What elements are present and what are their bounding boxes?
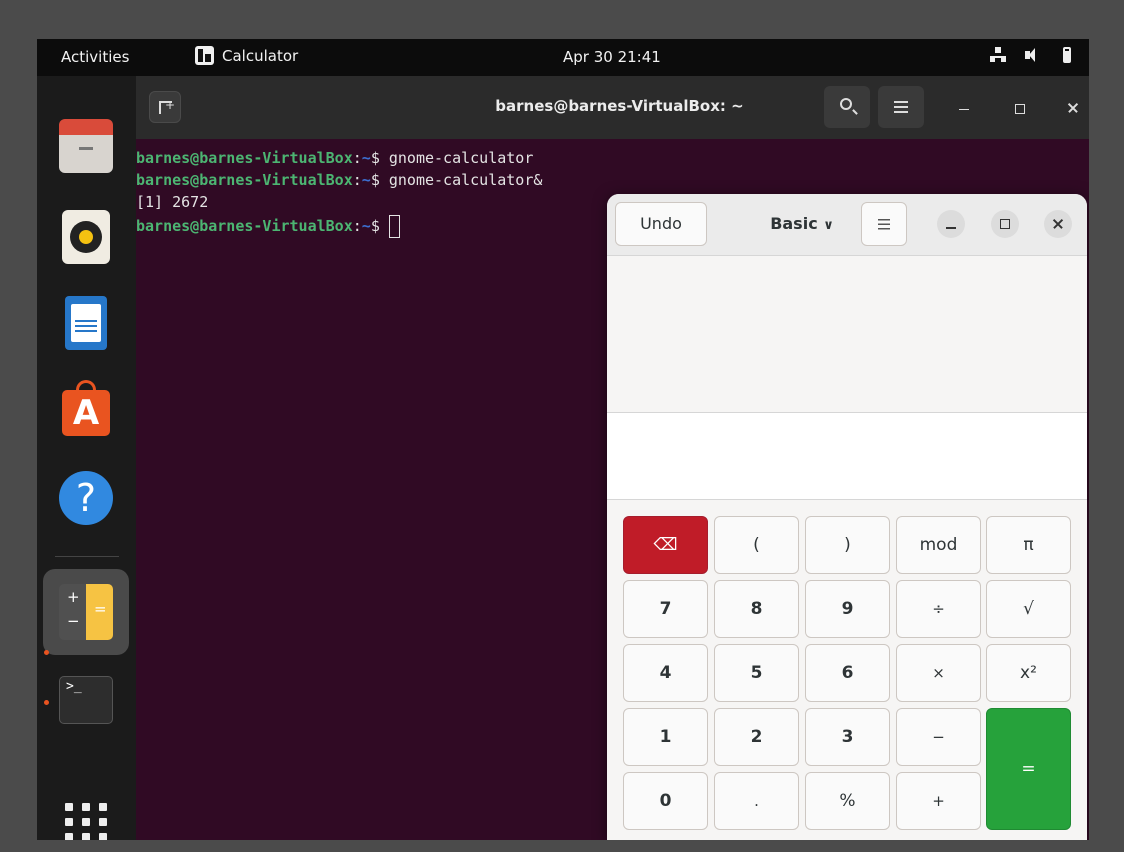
- add-key[interactable]: +: [896, 772, 981, 830]
- divide-key[interactable]: ÷: [896, 580, 981, 638]
- close-button[interactable]: [1044, 210, 1072, 238]
- terminal-cursor: [388, 215, 400, 238]
- prompt-dollar: $: [370, 149, 389, 167]
- prompt-separator: :: [352, 149, 362, 167]
- dock-ubuntu-software[interactable]: A: [59, 380, 113, 436]
- running-indicator: [44, 650, 49, 655]
- terminal-line: [1] 2672: [136, 193, 209, 211]
- undo-button[interactable]: Undo: [615, 202, 707, 246]
- maximize-button[interactable]: [1009, 98, 1029, 118]
- system-tray[interactable]: [989, 46, 1075, 64]
- digit-2-key[interactable]: 2: [714, 708, 799, 766]
- calculator-window[interactable]: Undo Basic ∨ ⌫() mod π 7 8 9 ÷ √ 4 5 6 × x² 1 2 3− = 0.% +: [607, 194, 1087, 840]
- command-text: gnome-calculator&: [388, 171, 543, 189]
- chevron-down-icon: ∨: [823, 218, 834, 233]
- prompt-separator: :: [352, 217, 362, 235]
- dock-libreoffice-writer[interactable]: [59, 296, 113, 350]
- desktop: Activities Calculator Apr 30 21:41 A ? +…: [37, 39, 1089, 840]
- open-paren-key[interactable]: (: [714, 516, 799, 574]
- app-menu-label: Calculator: [222, 46, 299, 65]
- prompt-dollar: $: [370, 217, 389, 235]
- digit-4-key[interactable]: 4: [623, 644, 708, 702]
- dock-separator: [55, 556, 119, 557]
- pi-key[interactable]: π: [986, 516, 1071, 574]
- calculator-icon: [195, 46, 214, 65]
- prompt-separator: :: [352, 171, 362, 189]
- prompt-path: ~: [361, 171, 371, 189]
- dock-terminal[interactable]: >_: [59, 676, 113, 730]
- digit-6-key[interactable]: 6: [805, 644, 890, 702]
- mod-key[interactable]: mod: [896, 516, 981, 574]
- calculator-icon: + −: [59, 584, 86, 640]
- backspace-button[interactable]: ⌫: [623, 516, 708, 574]
- square-key[interactable]: x²: [986, 644, 1071, 702]
- prompt-dollar: $: [370, 171, 389, 189]
- top-bar: Activities Calculator Apr 30 21:41: [37, 39, 1089, 76]
- mode-label: Basic: [770, 214, 818, 233]
- percent-key[interactable]: %: [805, 772, 890, 830]
- dock-calculator[interactable]: + − =: [59, 584, 113, 640]
- prompt-path: ~: [361, 149, 371, 167]
- help-icon: ?: [59, 471, 113, 525]
- digit-3-key[interactable]: 3: [805, 708, 890, 766]
- power-icon[interactable]: [1057, 46, 1075, 64]
- digit-1-key[interactable]: 1: [623, 708, 708, 766]
- network-icon[interactable]: [989, 46, 1007, 64]
- prompt-user: barnes@barnes-VirtualBox: [136, 171, 353, 189]
- search-button[interactable]: [824, 86, 870, 128]
- minimize-button[interactable]: [937, 210, 965, 238]
- clock[interactable]: Apr 30 21:41: [563, 48, 661, 66]
- close-button[interactable]: [1063, 98, 1083, 118]
- terminal-line: barnes@barnes-VirtualBox:~$ gnome-calcul…: [136, 149, 533, 167]
- digit-9-key[interactable]: 9: [805, 580, 890, 638]
- volume-icon[interactable]: [1023, 46, 1041, 64]
- calculator-display[interactable]: [607, 413, 1087, 500]
- terminal-title: barnes@barnes-VirtualBox: ~: [495, 97, 744, 115]
- terminal-line: barnes@barnes-VirtualBox:~$: [136, 215, 400, 238]
- activities-button[interactable]: Activities: [61, 48, 129, 66]
- digit-5-key[interactable]: 5: [714, 644, 799, 702]
- terminal-icon: >_: [59, 676, 113, 724]
- dock: A ? + − = >_: [37, 76, 136, 840]
- calculator-menu-button[interactable]: [861, 202, 907, 246]
- terminal-header-bar[interactable]: barnes@barnes-VirtualBox: ~: [136, 76, 1089, 139]
- decimal-key[interactable]: .: [714, 772, 799, 830]
- minimize-button[interactable]: [954, 98, 974, 118]
- digit-7-key[interactable]: 7: [623, 580, 708, 638]
- writer-icon: [65, 296, 107, 350]
- dock-rhythmbox[interactable]: [59, 210, 113, 264]
- terminal-line: barnes@barnes-VirtualBox:~$ gnome-calcul…: [136, 171, 542, 189]
- history-view: [607, 256, 1087, 413]
- rhythmbox-icon: [62, 210, 110, 264]
- prompt-path: ~: [361, 217, 371, 235]
- command-text: gnome-calculator: [388, 149, 534, 167]
- digit-8-key[interactable]: 8: [714, 580, 799, 638]
- app-menu[interactable]: Calculator: [195, 46, 298, 65]
- equals-button[interactable]: =: [986, 708, 1071, 830]
- multiply-key[interactable]: ×: [896, 644, 981, 702]
- close-paren-key[interactable]: ): [805, 516, 890, 574]
- subtract-key[interactable]: −: [896, 708, 981, 766]
- maximize-button[interactable]: [991, 210, 1019, 238]
- prompt-user: barnes@barnes-VirtualBox: [136, 217, 353, 235]
- running-indicator: [44, 700, 49, 705]
- dock-files[interactable]: [59, 119, 113, 173]
- mode-selector[interactable]: Basic ∨: [757, 202, 847, 246]
- software-icon: A: [62, 380, 110, 436]
- prompt-user: barnes@barnes-VirtualBox: [136, 149, 353, 167]
- keypad: ⌫() mod π 7 8 9 ÷ √ 4 5 6 × x² 1 2 3− = 0.% +: [607, 500, 1087, 840]
- digit-0-key[interactable]: 0: [623, 772, 708, 830]
- dock-help[interactable]: ?: [59, 471, 113, 525]
- sqrt-key[interactable]: √: [986, 580, 1071, 638]
- show-applications-button[interactable]: [59, 803, 113, 840]
- terminal-menu-button[interactable]: [878, 86, 924, 128]
- calculator-header-bar[interactable]: Undo Basic ∨: [607, 194, 1087, 256]
